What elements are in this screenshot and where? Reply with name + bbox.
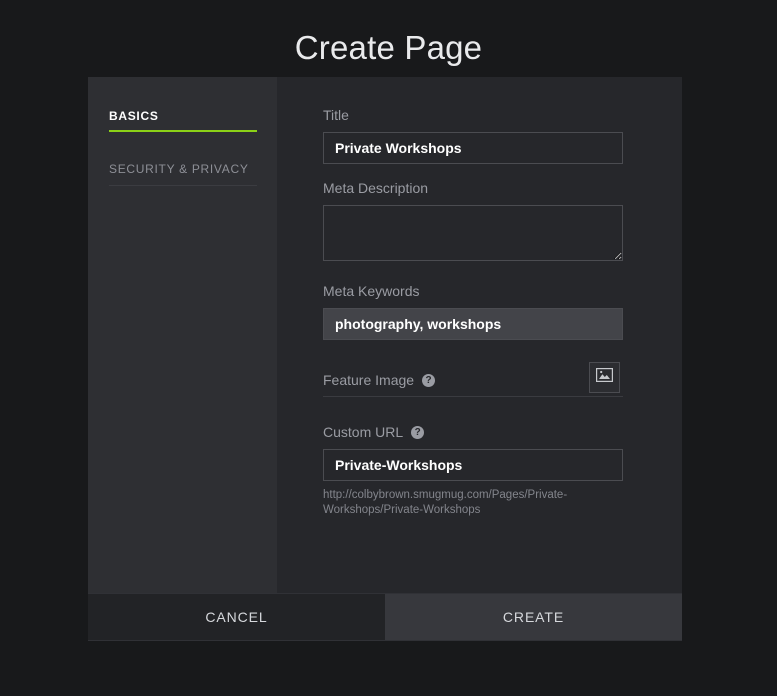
custom-url-label: Custom URL ?: [323, 424, 634, 440]
meta-description-textarea[interactable]: [323, 205, 623, 261]
meta-keywords-label: Meta Keywords: [323, 283, 634, 299]
title-label-text: Title: [323, 107, 349, 123]
create-button-label: CREATE: [502, 609, 565, 625]
create-page-modal: BASICS SECURITY & PRIVACY Title Meta Des…: [88, 77, 682, 641]
field-meta-description: Meta Description: [323, 180, 634, 261]
feature-image-label: Feature Image ?: [323, 372, 436, 388]
help-icon[interactable]: ?: [411, 425, 425, 439]
help-icon[interactable]: ?: [422, 373, 436, 387]
title-input[interactable]: [323, 132, 623, 164]
modal-footer: CANCEL CREATE: [88, 593, 682, 640]
custom-url-preview: http://colbybrown.smugmug.com/Pages/Priv…: [323, 489, 568, 516]
sidebar-item-basics-label: BASICS: [109, 109, 159, 123]
field-title: Title: [323, 107, 634, 164]
field-meta-keywords: Meta Keywords: [323, 283, 634, 340]
title-label: Title: [323, 107, 634, 123]
modal-sidebar: BASICS SECURITY & PRIVACY: [88, 77, 277, 593]
meta-description-label: Meta Description: [323, 180, 634, 196]
cancel-button-label: CANCEL: [205, 609, 268, 625]
feature-image-label-text: Feature Image: [323, 372, 415, 388]
modal-content: Title Meta Description Meta Keywords: [277, 77, 682, 593]
sidebar-item-security-privacy[interactable]: SECURITY & PRIVACY: [109, 154, 257, 186]
custom-url-input[interactable]: [323, 449, 623, 481]
create-button[interactable]: CREATE: [385, 594, 682, 640]
field-custom-url: Custom URL ? http://colbybrown.smugmug.c…: [323, 424, 634, 518]
custom-url-label-text: Custom URL: [323, 424, 404, 440]
field-feature-image: Feature Image ?: [323, 362, 634, 404]
sidebar-item-security-privacy-label: SECURITY & PRIVACY: [109, 162, 249, 176]
feature-image-picker-button[interactable]: [589, 362, 620, 393]
cancel-button[interactable]: CANCEL: [88, 594, 385, 640]
sidebar-item-basics[interactable]: BASICS: [109, 101, 257, 132]
page-title: Create Page: [294, 29, 483, 66]
modal-body: BASICS SECURITY & PRIVACY Title Meta Des…: [88, 77, 682, 593]
meta-keywords-input[interactable]: [323, 308, 623, 340]
meta-keywords-label-text: Meta Keywords: [323, 283, 420, 299]
meta-description-label-text: Meta Description: [323, 180, 429, 196]
picture-icon: [595, 367, 614, 387]
feature-image-divider: [323, 396, 623, 397]
